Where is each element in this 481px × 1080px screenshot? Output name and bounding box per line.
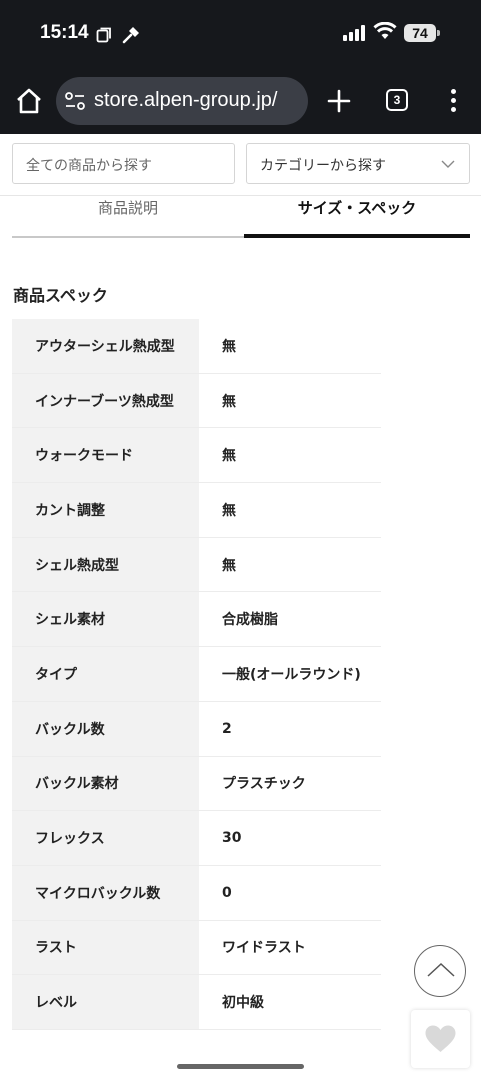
table-row: ウォークモード 無 [12,428,381,484]
category-select-label: カテゴリーから探す [260,158,386,174]
spec-label-cell: バックル数 [12,701,199,756]
spec-label: シェル熱成型 [35,557,119,574]
spec-label-cell: シェル熱成型 [12,537,199,592]
spec-value: 無 [222,338,236,355]
spec-label: レベル [35,995,77,1012]
spec-label-cell: インナーブーツ熱成型 [12,373,199,428]
scroll-to-top-button[interactable] [414,945,466,997]
battery-icon: 74 [404,24,436,42]
battery-tip [437,30,440,36]
spec-label-cell: ラスト [12,920,199,975]
spec-value-cell: 30 [199,811,381,865]
signal-icon [343,25,367,41]
spec-label: ウォークモード [35,448,133,465]
hammer-icon [122,27,139,44]
table-row: マイクロバックル数 0 [12,865,381,921]
spec-value: 一般(オールラウンド) [222,666,361,683]
spec-value-cell: 無 [199,319,381,373]
url-text: store.alpen-group.jp/ [94,89,278,111]
spec-label: シェル素材 [35,612,105,629]
spec-label-cell: アウターシェル熱成型 [12,319,199,373]
spec-value: 30 [222,830,242,847]
table-row: バックル数 2 [12,701,381,757]
spec-label-cell: シェル素材 [12,592,199,647]
spec-label-cell: ウォークモード [12,428,199,483]
spec-label: タイプ [35,666,77,683]
spec-value: プラスチック [222,776,306,793]
tabs-icon[interactable]: 3 [386,89,408,111]
table-row: シェル素材 合成樹脂 [12,592,381,648]
site-settings-icon[interactable] [64,91,86,111]
browser-chrome: 15:14 74 store.alpen-group.jp/ 3 [0,0,481,134]
search-input[interactable]: 全ての商品から探す [12,143,235,184]
spec-value-cell: 2 [199,702,381,756]
table-row: フレックス 30 [12,811,381,866]
tab-label: サイズ・スペック [297,199,417,217]
spec-label-cell: バックル素材 [12,756,199,811]
spec-value-cell: 無 [199,538,381,592]
spec-label: ラスト [35,940,77,957]
spec-table: アウターシェル熱成型 無 インナーブーツ熱成型 無 ウォークモード 無 カント調… [12,319,381,1030]
home-indicator[interactable] [177,1064,304,1069]
chevron-down-icon [441,160,455,168]
spec-value-cell: 無 [199,428,381,482]
spec-value: 無 [222,502,236,519]
spec-value: 合成樹脂 [222,612,278,629]
sim-icon [96,27,111,43]
home-icon[interactable] [14,86,44,116]
spec-value: 0 [222,884,232,901]
spec-label: カント調整 [35,502,105,519]
search-placeholder: 全ての商品から探す [26,158,152,174]
table-row: アウターシェル熱成型 無 [12,319,381,374]
spec-value: 無 [222,557,236,574]
spec-label-cell: レベル [12,975,199,1029]
more-icon[interactable] [446,88,462,114]
table-row: レベル 初中級 [12,975,381,1030]
spec-value-cell: 無 [199,483,381,537]
spec-label-cell: フレックス [12,811,199,865]
spec-value: 2 [222,720,232,737]
favorite-button[interactable] [411,1010,470,1068]
search-bar: 全ての商品から探す カテゴリーから探す [0,134,481,196]
table-row: ラスト ワイドラスト [12,920,381,976]
spec-value-cell: 初中級 [199,975,381,1029]
scroll-top-icon [427,962,455,977]
section-title: 商品スペック [13,286,108,305]
spec-value-cell: 0 [199,866,381,920]
spec-label: バックル数 [35,721,105,738]
table-row: カント調整 無 [12,483,381,538]
spec-value-cell: ワイドラスト [199,921,381,975]
wifi-icon [373,22,397,39]
tab-size-spec[interactable]: サイズ・スペック [244,196,470,238]
tab-label: 商品説明 [97,199,158,217]
spec-label: インナーブーツ熱成型 [35,393,174,410]
category-select[interactable]: カテゴリーから探す [246,143,470,184]
spec-label-cell: マイクロバックル数 [12,865,199,920]
address-bar[interactable]: store.alpen-group.jp/ [56,77,308,125]
spec-label: フレックス [35,831,105,848]
table-row: タイプ 一般(オールラウンド) [12,647,381,702]
spec-label: バックル素材 [35,776,119,793]
heart-icon [425,1025,456,1052]
spec-label: アウターシェル熱成型 [35,338,175,355]
spec-value: 無 [222,448,236,465]
spec-value-cell: 合成樹脂 [199,592,381,646]
spec-value-cell: 無 [199,374,381,428]
spec-value: ワイドラスト [222,940,306,957]
tab-product-description[interactable]: 商品説明 [12,196,244,238]
table-row: シェル熱成型 無 [12,537,381,593]
spec-value: 無 [222,393,236,410]
plus-icon[interactable] [326,88,352,114]
spec-label-cell: タイプ [12,647,199,701]
spec-value-cell: 一般(オールラウンド) [199,647,381,701]
spec-value: 初中級 [222,995,264,1012]
status-time: 15:14 [40,22,89,43]
table-row: バックル素材 プラスチック [12,756,381,812]
spec-label-cell: カント調整 [12,483,199,537]
spec-label: マイクロバックル数 [35,885,161,902]
spec-value-cell: プラスチック [199,757,381,811]
table-row: インナーブーツ熱成型 無 [12,373,381,429]
